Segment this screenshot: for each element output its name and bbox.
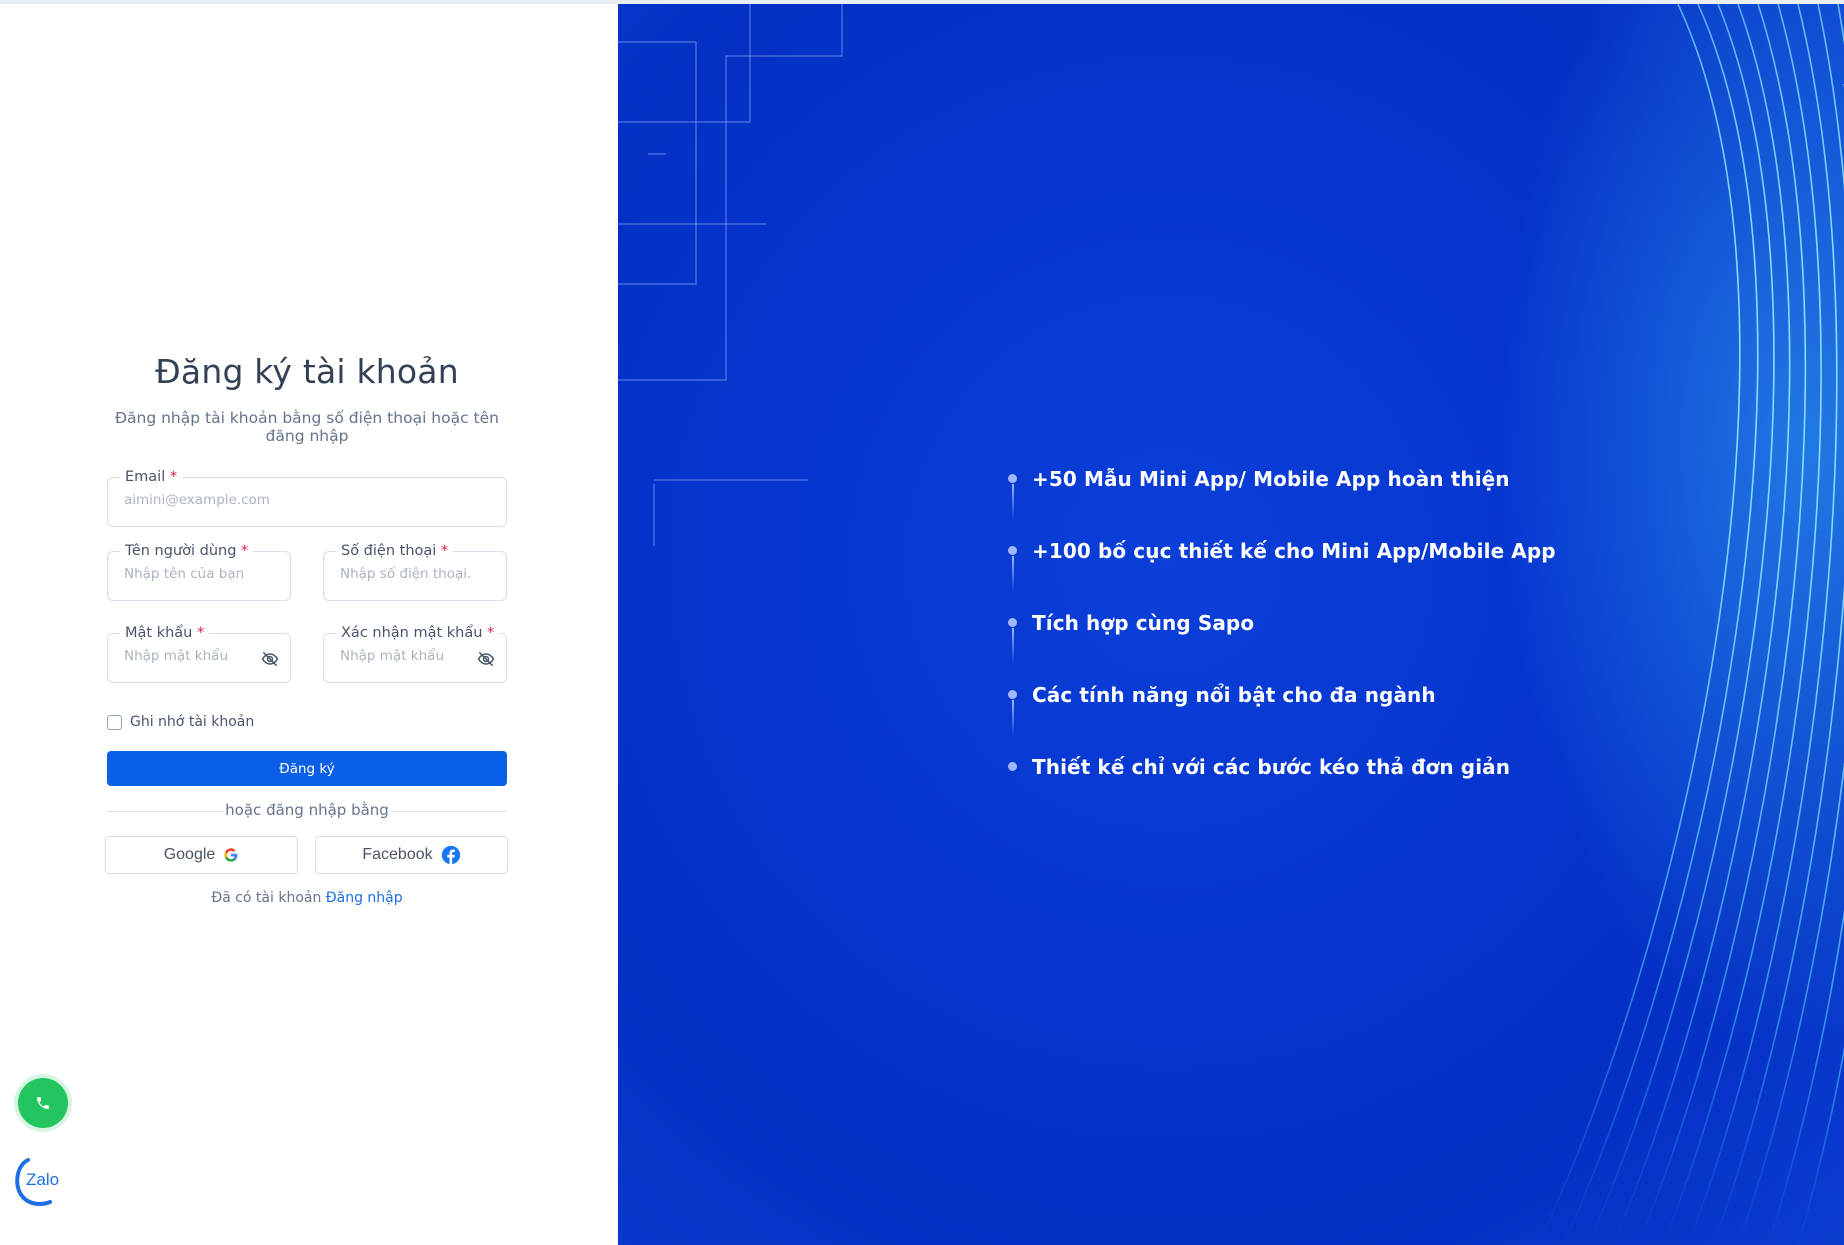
or-divider: hoặc đăng nhập bằng <box>107 801 507 821</box>
divider-line-right <box>389 811 507 812</box>
confirm-password-input[interactable] <box>340 648 472 664</box>
feature-text: Thiết kế chỉ với các bước kéo thả đơn gi… <box>1032 755 1511 779</box>
feature-text: +50 Mẫu Mini App/ Mobile App hoàn thiện <box>1032 467 1510 491</box>
have-account-text: Đã có tài khoản <box>211 890 322 906</box>
zalo-chat-button[interactable]: Zalo <box>14 1154 64 1208</box>
phone-icon <box>37 1097 49 1109</box>
register-panel: Đăng ký tài khoản Đăng nhập tài khoản bằ… <box>0 4 618 1245</box>
password-field-wrapper: Mật khẩu * <box>107 624 291 683</box>
google-label: Google <box>163 846 216 863</box>
password-label: Mật khẩu * <box>120 624 210 642</box>
page-subtitle: Đăng nhập tài khoản bằng số điện thoại h… <box>114 409 499 445</box>
username-field-wrapper: Tên người dùng * <box>107 542 291 601</box>
call-button[interactable] <box>18 1078 68 1128</box>
confirm-password-field-wrapper: Xác nhận mật khẩu * <box>323 624 507 683</box>
username-input[interactable] <box>124 566 274 582</box>
feature-list: +50 Mẫu Mini App/ Mobile App hoàn thiện … <box>1008 462 1556 822</box>
phone-field-wrapper: Số điện thoại * <box>323 542 507 601</box>
email-field-wrapper: Email * <box>107 468 507 527</box>
bullet-dot <box>1008 690 1017 699</box>
feature-text: Tích hợp cùng Sapo <box>1032 611 1255 635</box>
page-title: Đăng ký tài khoản <box>155 352 459 391</box>
hero-panel: +50 Mẫu Mini App/ Mobile App hoàn thiện … <box>618 4 1844 1245</box>
remember-checkbox[interactable] <box>107 714 122 730</box>
divider-text: hoặc đăng nhập bằng <box>225 801 389 819</box>
bullet-dot <box>1008 618 1017 627</box>
login-prompt: Đã có tài khoản Đăng nhập <box>107 890 507 906</box>
facebook-label: Facebook <box>362 846 433 863</box>
feature-item: +50 Mẫu Mini App/ Mobile App hoàn thiện <box>1008 462 1556 534</box>
remember-account[interactable]: Ghi nhớ tài khoản <box>107 714 254 730</box>
register-button[interactable]: Đăng ký <box>107 751 507 786</box>
facebook-login-button[interactable]: Facebook <box>315 836 508 874</box>
remember-label: Ghi nhớ tài khoản <box>130 714 255 730</box>
bullet-stem <box>1012 556 1014 592</box>
bullet-stem <box>1012 700 1014 736</box>
bullet-stem <box>1012 628 1014 664</box>
feature-item: Tích hợp cùng Sapo <box>1008 606 1556 678</box>
phone-label: Số điện thoại * <box>336 542 454 560</box>
feature-item: Thiết kế chỉ với các bước kéo thả đơn gi… <box>1008 750 1556 822</box>
login-link[interactable]: Đăng nhập <box>326 890 403 906</box>
register-header: Đăng ký tài khoản Đăng nhập tài khoản bằ… <box>107 352 507 445</box>
zalo-label: Zalo <box>26 1170 59 1189</box>
feature-text: +100 bố cục thiết kế cho Mini App/Mobile… <box>1032 539 1556 563</box>
feature-item: +100 bố cục thiết kế cho Mini App/Mobile… <box>1008 534 1556 606</box>
feature-item: Các tính năng nổi bật cho đa ngành <box>1008 678 1556 750</box>
bullet-dot <box>1008 546 1017 555</box>
username-label: Tên người dùng * <box>120 542 254 560</box>
feature-text: Các tính năng nổi bật cho đa ngành <box>1032 683 1436 707</box>
google-login-button[interactable]: Google <box>105 836 298 874</box>
bullet-dot <box>1008 474 1017 483</box>
google-icon <box>224 848 238 862</box>
email-input[interactable] <box>124 492 490 508</box>
phone-input[interactable] <box>340 566 490 582</box>
eye-off-icon[interactable] <box>476 649 496 669</box>
facebook-icon <box>441 845 460 865</box>
bullet-stem <box>1012 484 1014 520</box>
eye-off-icon[interactable] <box>260 649 280 669</box>
zalo-icon: Zalo <box>15 1158 59 1206</box>
confirm-password-label: Xác nhận mật khẩu * <box>336 624 500 642</box>
bullet-dot <box>1008 762 1017 771</box>
email-label: Email * <box>120 468 183 486</box>
password-input[interactable] <box>124 648 256 664</box>
